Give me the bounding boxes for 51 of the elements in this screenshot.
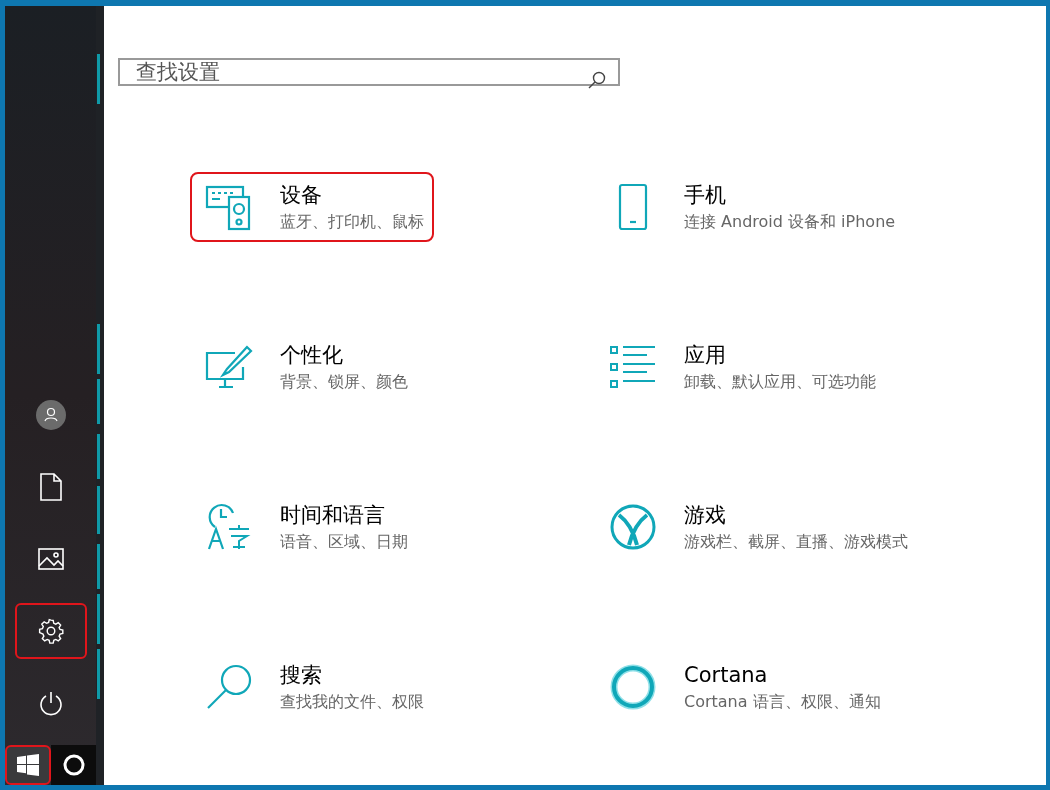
circle-icon (609, 663, 657, 711)
list-icon (609, 344, 657, 390)
search-icon (588, 71, 606, 89)
settings-category[interactable]: Cortana Cortana 语言、权限、通知 (594, 652, 891, 722)
category-title: 搜索 (280, 662, 323, 689)
tile-edge (97, 544, 100, 589)
category-subtitle: 背景、锁屏、颜色 (280, 371, 408, 393)
settings-category[interactable]: 应用 卸载、默认应用、可选功能 (594, 332, 886, 402)
category-subtitle: 游戏栏、截屏、直播、游戏模式 (684, 531, 908, 553)
settings-category[interactable]: 时间和语言 语音、区域、日期 (190, 492, 418, 562)
category-title: 手机 (684, 182, 727, 209)
circle-icon[interactable] (62, 754, 85, 776)
category-subtitle: 卸载、默认应用、可选功能 (684, 371, 876, 393)
category-title: 应用 (684, 342, 727, 369)
document-icon (39, 473, 62, 501)
search-field[interactable]: 查找设置 (118, 58, 620, 86)
category-subtitle: Cortana 语言、权限、通知 (684, 691, 881, 713)
phone-icon (618, 183, 648, 231)
settings-category[interactable]: 游戏 游戏栏、截屏、直播、游戏模式 (594, 492, 918, 562)
category-title: 游戏 (684, 502, 727, 529)
tile-edge (97, 649, 100, 699)
settings-category[interactable]: 个性化 背景、锁屏、颜色 (190, 332, 418, 402)
tile-edge (97, 486, 100, 534)
tile-edge (97, 379, 100, 424)
tile-edge (97, 594, 100, 644)
user-icon (35, 400, 66, 430)
settings-category[interactable]: 搜索 查找我的文件、权限 (190, 652, 434, 722)
category-title: 个性化 (280, 342, 344, 369)
power-icon (37, 690, 64, 716)
start-button[interactable] (5, 745, 51, 785)
category-subtitle: 连接 Android 设备和 iPhone (684, 211, 896, 233)
category-subtitle: 蓝牙、打印机、鼠标 (280, 211, 424, 233)
category-title: 时间和语言 (280, 502, 386, 529)
tile-edge (97, 324, 100, 374)
windows-logo-icon (17, 754, 39, 776)
settings-category[interactable]: 设备 蓝牙、打印机、鼠标 (190, 172, 434, 242)
monitor-brush-icon (205, 345, 253, 389)
keyboard-speaker-icon (205, 183, 253, 231)
category-title: 设备 (280, 182, 323, 209)
xbox-icon (609, 503, 657, 551)
tile-edge (97, 54, 100, 104)
category-subtitle: 查找我的文件、权限 (280, 691, 424, 713)
settings-icon (37, 618, 64, 644)
tile-edge (97, 434, 100, 479)
category-subtitle: 语音、区域、日期 (280, 531, 408, 553)
sidebar-button[interactable] (14, 603, 87, 659)
settings-category[interactable]: 手机 连接 Android 设备和 iPhone (594, 172, 906, 242)
picture-icon (37, 548, 64, 570)
category-title: Cortana (684, 662, 769, 689)
clock-letter-icon (205, 503, 253, 551)
search-icon (205, 663, 253, 711)
